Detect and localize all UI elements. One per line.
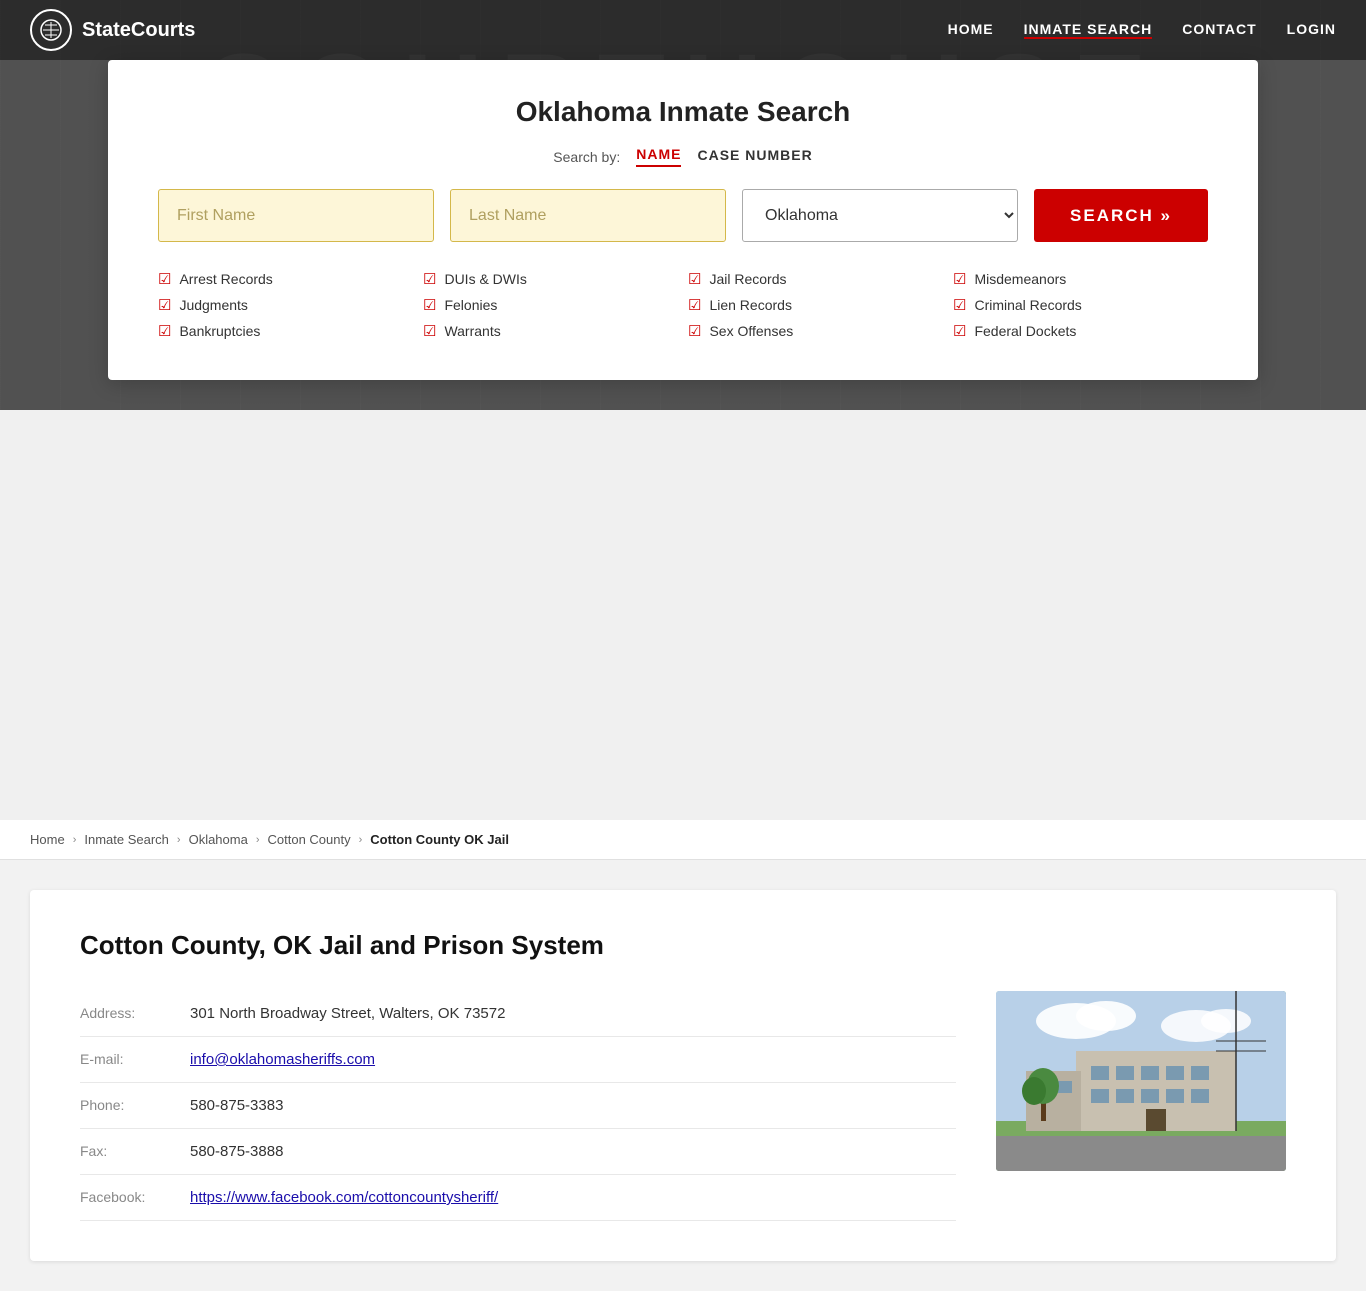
breadcrumb-current: Cotton County OK Jail (370, 832, 509, 847)
check-icon: ☑ (423, 322, 436, 340)
search-button[interactable]: SEARCH » (1034, 189, 1208, 242)
feature-sex-offenses: ☑ Sex Offenses (688, 322, 943, 340)
feature-label: Warrants (444, 323, 500, 339)
breadcrumb: Home › Inmate Search › Oklahoma › Cotton… (0, 820, 1366, 860)
table-row: Facebook: https://www.facebook.com/cotto… (80, 1175, 956, 1221)
field-value-phone: 580-875-3383 (190, 1083, 956, 1129)
check-icon: ☑ (688, 296, 701, 314)
check-icon: ☑ (688, 322, 701, 340)
facility-info: Address: 301 North Broadway Street, Walt… (80, 991, 956, 1221)
check-icon: ☑ (158, 270, 171, 288)
feature-label: Lien Records (709, 297, 792, 313)
facebook-link[interactable]: https://www.facebook.com/cottoncountyshe… (190, 1189, 498, 1206)
state-select[interactable]: Oklahoma Alabama Alaska Arizona Texas (742, 189, 1018, 242)
search-title: Oklahoma Inmate Search (158, 96, 1208, 128)
info-table: Address: 301 North Broadway Street, Walt… (80, 991, 956, 1221)
feature-bankruptcies: ☑ Bankruptcies (158, 322, 413, 340)
feature-jail-records: ☑ Jail Records (688, 270, 943, 288)
check-icon: ☑ (158, 296, 171, 314)
field-value-fax: 580-875-3888 (190, 1129, 956, 1175)
logo-icon (30, 9, 72, 51)
field-value-facebook: https://www.facebook.com/cottoncountyshe… (190, 1175, 956, 1221)
feature-label: Bankruptcies (179, 323, 260, 339)
breadcrumb-sep: › (177, 834, 181, 846)
feature-label: Misdemeanors (974, 271, 1066, 287)
table-row: E-mail: info@oklahomasheriffs.com (80, 1037, 956, 1083)
breadcrumb-inmate-search[interactable]: Inmate Search (84, 832, 169, 847)
feature-felonies: ☑ Felonies (423, 296, 678, 314)
table-row: Phone: 580-875-3383 (80, 1083, 956, 1129)
check-icon: ☑ (688, 270, 701, 288)
feature-label: Criminal Records (974, 297, 1081, 313)
field-value-email: info@oklahomasheriffs.com (190, 1037, 956, 1083)
feature-criminal-records: ☑ Criminal Records (953, 296, 1208, 314)
breadcrumb-cotton-county[interactable]: Cotton County (268, 832, 351, 847)
last-name-input[interactable] (450, 189, 726, 242)
check-icon: ☑ (423, 270, 436, 288)
breadcrumb-oklahoma[interactable]: Oklahoma (189, 832, 248, 847)
breadcrumb-sep: › (73, 834, 77, 846)
nav-home[interactable]: HOME (948, 21, 994, 39)
first-name-input[interactable] (158, 189, 434, 242)
feature-misdemeanors: ☑ Misdemeanors (953, 270, 1208, 288)
field-value-address: 301 North Broadway Street, Walters, OK 7… (190, 991, 956, 1037)
field-label: Facebook: (80, 1175, 190, 1221)
field-label: Phone: (80, 1083, 190, 1129)
facility-image (996, 991, 1286, 1171)
feature-federal-dockets: ☑ Federal Dockets (953, 322, 1208, 340)
breadcrumb-sep: › (359, 834, 363, 846)
nav-links: HOME INMATE SEARCH CONTACT LOGIN (948, 21, 1336, 39)
tab-case-number[interactable]: CASE NUMBER (697, 147, 812, 166)
facility-section: Address: 301 North Broadway Street, Walt… (80, 991, 1286, 1221)
search-card: Oklahoma Inmate Search Search by: NAME C… (108, 60, 1258, 380)
check-icon: ☑ (423, 296, 436, 314)
hero-section: COURTHOUSE StateCourts HOME INMATE SEARC… (0, 0, 1366, 410)
feature-warrants: ☑ Warrants (423, 322, 678, 340)
feature-label: Felonies (444, 297, 497, 313)
feature-label: Sex Offenses (709, 323, 793, 339)
feature-label: Judgments (179, 297, 247, 313)
main-nav: StateCourts HOME INMATE SEARCH CONTACT L… (0, 0, 1366, 60)
nav-login[interactable]: LOGIN (1287, 21, 1336, 39)
main-content: Cotton County, OK Jail and Prison System… (0, 860, 1366, 1291)
features-grid: ☑ Arrest Records ☑ DUIs & DWIs ☑ Jail Re… (158, 270, 1208, 340)
field-label: Fax: (80, 1129, 190, 1175)
check-icon: ☑ (158, 322, 171, 340)
search-by-label: Search by: (553, 149, 620, 165)
feature-label: Federal Dockets (974, 323, 1076, 339)
content-card: Cotton County, OK Jail and Prison System… (30, 890, 1336, 1261)
email-link[interactable]: info@oklahomasheriffs.com (190, 1051, 375, 1068)
feature-arrest-records: ☑ Arrest Records (158, 270, 413, 288)
feature-lien-records: ☑ Lien Records (688, 296, 943, 314)
feature-label: DUIs & DWIs (444, 271, 526, 287)
site-name: StateCourts (82, 19, 195, 42)
site-logo[interactable]: StateCourts (30, 9, 195, 51)
nav-inmate-search[interactable]: INMATE SEARCH (1024, 21, 1153, 39)
nav-contact[interactable]: CONTACT (1182, 21, 1256, 39)
check-icon: ☑ (953, 296, 966, 314)
feature-judgments: ☑ Judgments (158, 296, 413, 314)
field-label: Address: (80, 991, 190, 1037)
check-icon: ☑ (953, 322, 966, 340)
tab-name[interactable]: NAME (636, 146, 681, 167)
table-row: Address: 301 North Broadway Street, Walt… (80, 991, 956, 1037)
facility-title: Cotton County, OK Jail and Prison System (80, 930, 1286, 961)
feature-label: Jail Records (709, 271, 786, 287)
field-label: E-mail: (80, 1037, 190, 1083)
search-inputs: Oklahoma Alabama Alaska Arizona Texas SE… (158, 189, 1208, 242)
check-icon: ☑ (953, 270, 966, 288)
search-by-row: Search by: NAME CASE NUMBER (158, 146, 1208, 167)
table-row: Fax: 580-875-3888 (80, 1129, 956, 1175)
breadcrumb-sep: › (256, 834, 260, 846)
breadcrumb-home[interactable]: Home (30, 832, 65, 847)
feature-duis-dwis: ☑ DUIs & DWIs (423, 270, 678, 288)
feature-label: Arrest Records (179, 271, 272, 287)
